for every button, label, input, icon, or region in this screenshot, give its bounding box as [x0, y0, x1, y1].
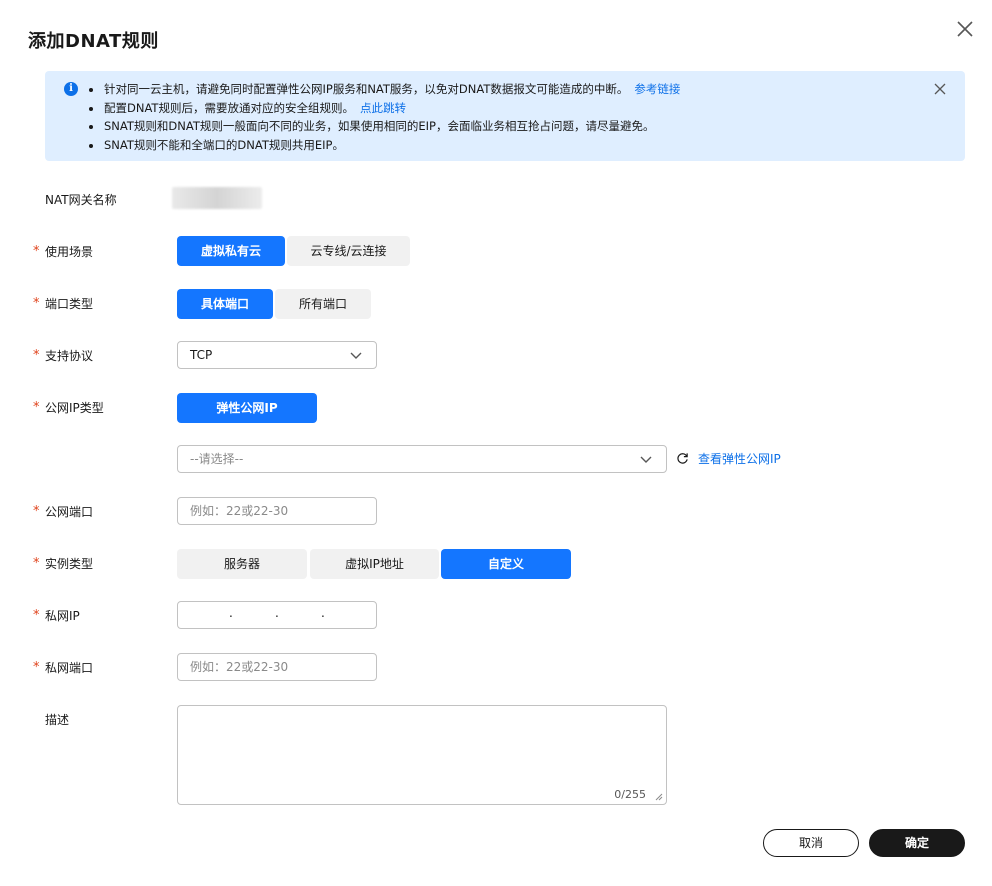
- nat-gateway-name-label: NAT网关名称: [45, 193, 117, 207]
- alert-item: SNAT规则不能和全端口的DNAT规则共用EIP。: [89, 136, 680, 155]
- view-eip-link-text[interactable]: 查看弹性公网IP: [698, 450, 781, 467]
- protocol-select[interactable]: TCP: [177, 341, 377, 369]
- ip-separator: .: [275, 606, 279, 620]
- ip-separator: .: [229, 606, 233, 620]
- public-ip-type-option-eip[interactable]: 弹性公网IP: [177, 393, 317, 423]
- alert-item-text: 针对同一云主机，请避免同时配置弹性公网IP服务和NAT服务，以免对DNAT数据报…: [104, 82, 629, 96]
- info-icon: i: [64, 82, 78, 96]
- alert-item: 配置DNAT规则后，需要放通对应的安全组规则。 点此跳转: [89, 99, 680, 118]
- alert-item-text: SNAT规则不能和全端口的DNAT规则共用EIP。: [104, 137, 344, 152]
- char-counter: 0/255: [614, 788, 646, 801]
- scenario-label: 使用场景: [45, 245, 94, 259]
- required-mark: *: [33, 504, 40, 519]
- port-type-label: 端口类型: [45, 297, 94, 311]
- description-textarea[interactable]: 0/255: [177, 705, 667, 805]
- alert-item: SNAT规则和DNAT规则一般面向不同的业务，如果使用相同的EIP，会面临业务相…: [89, 117, 680, 136]
- alert-item-text: 配置DNAT规则后，需要放通对应的安全组规则。: [104, 100, 354, 115]
- required-mark: *: [33, 348, 40, 363]
- resize-grip-icon[interactable]: [653, 791, 663, 801]
- alert-close-icon[interactable]: [933, 82, 947, 96]
- alert-item-text: SNAT规则和DNAT规则一般面向不同的业务，如果使用相同的EIP，会面临业务相…: [104, 119, 655, 133]
- public-port-label: 公网端口: [45, 505, 94, 519]
- scenario-option-direct-connect[interactable]: 云专线/云连接: [287, 236, 410, 266]
- public-port-placeholder: 例如：22或22-30: [190, 504, 289, 518]
- port-type-option-specific[interactable]: 具体端口: [177, 289, 273, 319]
- required-mark: *: [33, 244, 40, 259]
- instance-type-option-server[interactable]: 服务器: [177, 549, 307, 579]
- jump-link[interactable]: 点此跳转: [360, 101, 406, 115]
- confirm-button[interactable]: 确定: [869, 829, 965, 857]
- instance-type-option-vip[interactable]: 虚拟IP地址: [310, 549, 439, 579]
- nat-gateway-name-value: [172, 187, 262, 209]
- required-mark: *: [33, 608, 40, 623]
- required-mark: *: [33, 400, 40, 415]
- alert-list: 针对同一云主机，请避免同时配置弹性公网IP服务和NAT服务，以免对DNAT数据报…: [89, 80, 680, 154]
- alert-item: 针对同一云主机，请避免同时配置弹性公网IP服务和NAT服务，以免对DNAT数据报…: [89, 80, 680, 99]
- public-port-input[interactable]: 例如：22或22-30: [177, 497, 377, 525]
- required-mark: *: [33, 660, 40, 675]
- close-icon[interactable]: [954, 18, 976, 40]
- protocol-value: TCP: [190, 348, 213, 362]
- eip-select-placeholder: --请选择--: [190, 452, 244, 466]
- private-ip-input[interactable]: . . .: [177, 601, 377, 629]
- description-label: 描述: [45, 713, 70, 727]
- dialog-title: 添加DNAT规则: [28, 31, 159, 52]
- private-port-placeholder: 例如：22或22-30: [190, 660, 289, 674]
- ip-separator: .: [321, 606, 325, 620]
- public-ip-type-label: 公网IP类型: [45, 401, 104, 415]
- instance-type-label: 实例类型: [45, 557, 94, 571]
- cancel-button[interactable]: 取消: [763, 829, 859, 857]
- required-mark: *: [33, 296, 40, 311]
- info-alert: i 针对同一云主机，请避免同时配置弹性公网IP服务和NAT服务，以免对DNAT数…: [45, 71, 965, 161]
- eip-select[interactable]: --请选择--: [177, 445, 667, 473]
- scenario-option-vpc[interactable]: 虚拟私有云: [177, 236, 285, 266]
- reference-link[interactable]: 参考链接: [634, 82, 680, 96]
- chevron-down-icon: [350, 352, 362, 359]
- refresh-icon[interactable]: [676, 452, 689, 465]
- private-port-input[interactable]: 例如：22或22-30: [177, 653, 377, 681]
- port-type-option-all[interactable]: 所有端口: [275, 289, 371, 319]
- instance-type-option-custom[interactable]: 自定义: [441, 549, 571, 579]
- private-ip-label: 私网IP: [45, 609, 80, 623]
- required-mark: *: [33, 556, 40, 571]
- protocol-label: 支持协议: [45, 349, 94, 363]
- private-port-label: 私网端口: [45, 661, 94, 675]
- chevron-down-icon: [640, 456, 652, 463]
